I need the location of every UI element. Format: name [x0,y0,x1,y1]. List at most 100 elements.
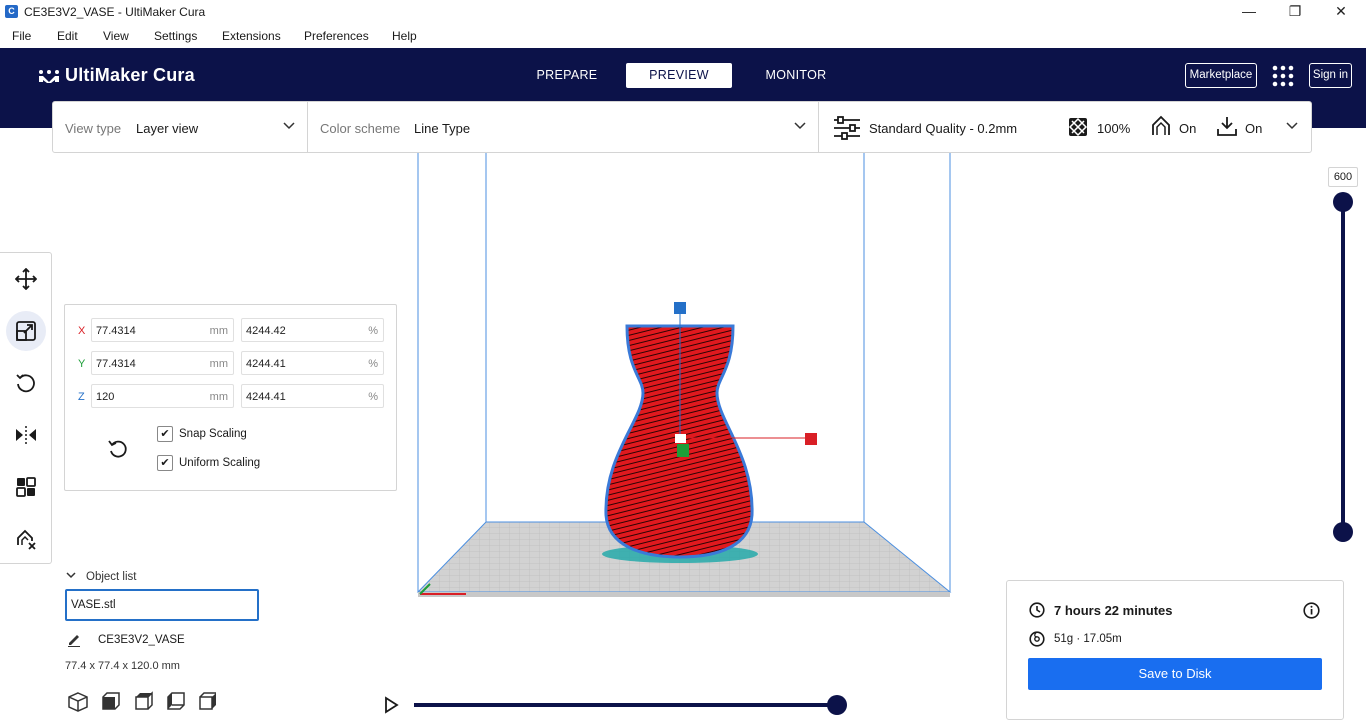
path-slider-track[interactable] [414,703,837,707]
color-scheme-value[interactable]: Line Type [414,121,470,136]
view-type-label: View type [65,121,122,136]
y-percent-value: 4244.41 [246,358,286,370]
restore-icon[interactable]: ❐ [1272,0,1318,24]
chevron-down-icon[interactable] [1285,118,1299,132]
save-to-disk-button[interactable]: Save to Disk [1028,658,1322,690]
title-bar: C CE3E3V2_VASE - UltiMaker Cura — ❐ ✕ [0,0,1366,24]
infill-value[interactable]: 100% [1097,121,1130,136]
clock-icon [1029,602,1045,618]
z-mm-input[interactable]: 120 mm [91,384,234,408]
uniform-scaling-label: Uniform Scaling [179,457,261,469]
z-mm-unit: mm [209,391,228,403]
x-scale-handle[interactable] [805,433,817,445]
object-name: VASE.stl [71,599,116,611]
view-right-icon[interactable] [197,691,219,713]
chevron-down-icon[interactable] [793,118,807,132]
mirror-tool-button[interactable] [6,415,46,455]
z-scale-handle[interactable] [674,302,686,314]
layer-slider-upper-handle[interactable] [1333,192,1353,212]
y-mm-input[interactable]: 77.4314 mm [91,351,234,375]
menu-bar: File Edit View Settings Extensions Prefe… [0,24,1366,48]
y-mm-value: 77.4314 [96,358,136,370]
menu-preferences[interactable]: Preferences [304,29,369,43]
snap-scaling-label: Snap Scaling [179,428,247,440]
y-axis-label: Y [78,358,86,370]
reset-scale-icon[interactable] [107,438,129,460]
object-list-toggle[interactable]: Object list [66,570,137,583]
layer-slider-track[interactable] [1341,201,1345,533]
x-percent-input[interactable]: 4244.42 % [241,318,384,342]
app-icon: C [5,5,18,18]
z-percent-input[interactable]: 4244.41 % [241,384,384,408]
play-icon[interactable] [383,696,399,714]
minimize-icon[interactable]: — [1226,0,1272,24]
print-time: 7 hours 22 minutes [1054,603,1173,618]
layer-slider-lower-handle[interactable] [1333,522,1353,542]
mirror-icon [16,426,36,444]
tab-monitor[interactable]: MONITOR [752,63,840,88]
support-blocker-button[interactable] [6,519,46,559]
z-mm-value: 120 [96,391,115,403]
adhesion-icon [1217,117,1237,136]
view-top-icon[interactable] [133,691,155,713]
color-scheme-label: Color scheme [320,121,401,136]
menu-view[interactable]: View [103,29,129,43]
layer-value[interactable]: 600 [1328,167,1358,187]
x-mm-unit: mm [209,325,228,337]
support-value[interactable]: On [1179,121,1196,136]
adhesion-value[interactable]: On [1245,121,1262,136]
view-front-icon[interactable] [100,691,122,713]
ultimaker-logo-icon [39,70,59,83]
x-mm-input[interactable]: 77.4314 mm [91,318,234,342]
window-title: CE3E3V2_VASE - UltiMaker Cura [24,5,206,19]
close-icon[interactable]: ✕ [1318,0,1364,24]
view-3d-icon[interactable] [67,691,89,713]
support-icon [1152,115,1170,135]
chevron-down-icon[interactable] [282,118,296,132]
per-model-settings-button[interactable] [6,467,46,507]
settings-bar: View type Layer view Color scheme Line T… [52,101,1312,153]
tool-bar [0,252,52,564]
path-slider-handle[interactable] [827,695,847,715]
x-percent-value: 4244.42 [246,325,286,337]
quality-profile[interactable]: Standard Quality - 0.2mm [869,121,1017,136]
uniform-scaling-checkbox[interactable]: ✔ [157,455,173,471]
infill-icon [1068,117,1088,137]
menu-extensions[interactable]: Extensions [222,29,281,43]
scale-panel: X 77.4314 mm 4244.42 % Y 77.4314 mm 4244… [64,304,397,491]
menu-edit[interactable]: Edit [57,29,78,43]
snap-scaling-checkbox[interactable]: ✔ [157,426,173,442]
info-icon[interactable] [1303,602,1320,619]
x-axis-label: X [78,325,86,337]
z-axis-label: Z [78,391,85,403]
logo-text: UltiMaker Cura [65,65,195,85]
z-percent-unit: % [368,391,378,403]
view-left-icon[interactable] [165,691,187,713]
y-percent-unit: % [368,358,378,370]
tab-preview[interactable]: PREVIEW [626,63,732,88]
rotate-tool-button[interactable] [6,363,46,403]
y-percent-input[interactable]: 4244.41 % [241,351,384,375]
filament-spool-icon [1029,631,1045,647]
grid-icon[interactable] [1272,65,1294,87]
z-percent-value: 4244.41 [246,391,286,403]
scale-tool-button[interactable] [6,311,46,351]
print-settings-icon[interactable] [833,116,861,140]
rotate-icon [16,374,35,393]
uniform-scale-handle[interactable] [675,434,686,443]
marketplace-button[interactable]: Marketplace [1185,63,1257,88]
support-blocker-icon [17,529,36,550]
view-type-value[interactable]: Layer view [136,121,198,136]
menu-help[interactable]: Help [392,29,417,43]
tab-prepare[interactable]: PREPARE [526,63,608,88]
sign-in-button[interactable]: Sign in [1309,63,1352,88]
menu-settings[interactable]: Settings [154,29,197,43]
edit-pencil-icon[interactable] [67,633,81,647]
menu-file[interactable]: File [12,29,31,43]
object-list-item[interactable]: VASE.stl [65,589,259,621]
y-scale-handle[interactable] [677,444,689,457]
x-mm-value: 77.4314 [96,325,136,337]
job-name[interactable]: CE3E3V2_VASE [98,634,185,646]
move-tool-button[interactable] [6,259,46,299]
chevron-down-icon [66,572,76,579]
